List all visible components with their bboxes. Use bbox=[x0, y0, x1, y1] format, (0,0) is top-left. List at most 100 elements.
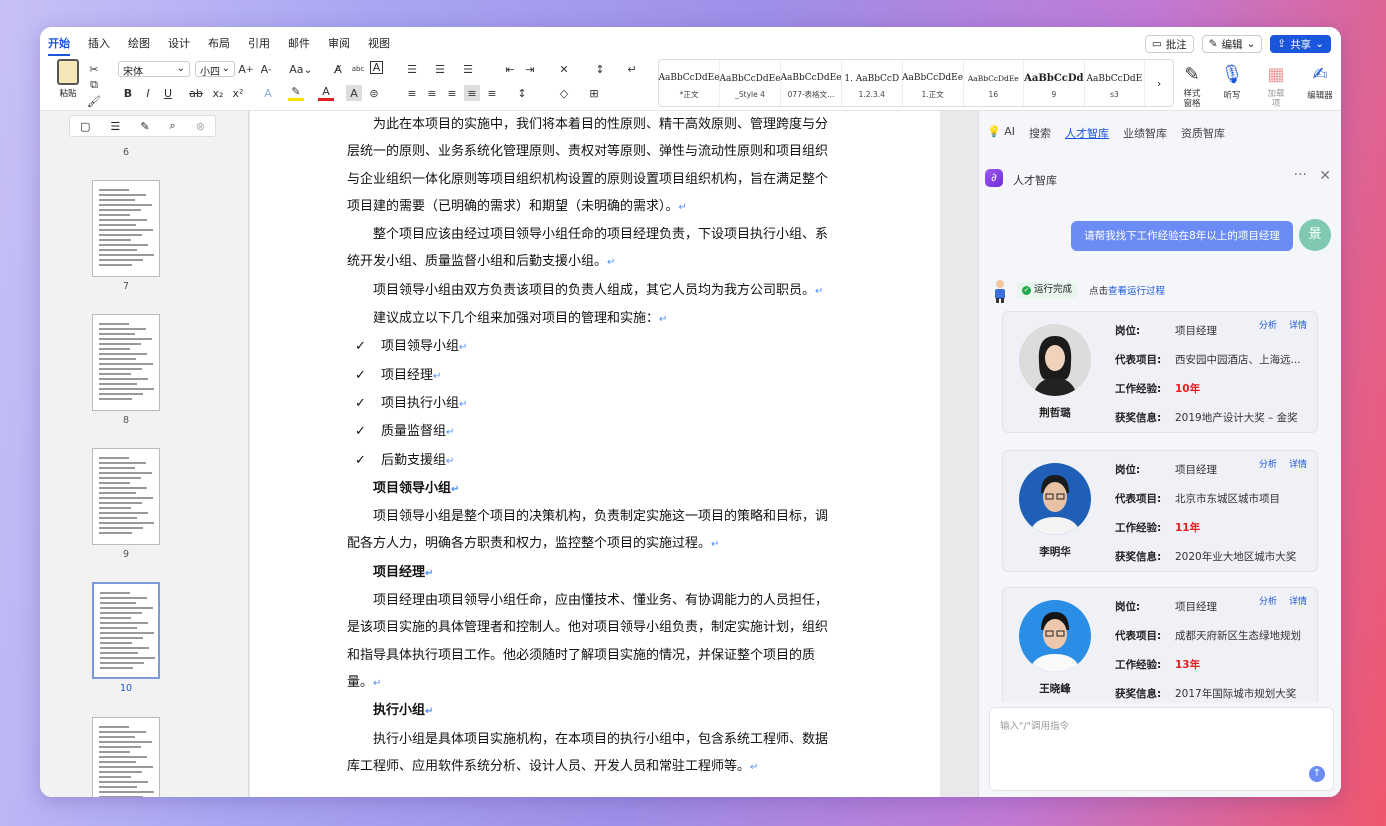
close-icon[interactable]: ✕ bbox=[1319, 168, 1331, 184]
tab-view[interactable]: 视图 bbox=[368, 35, 390, 51]
thumbnail-line bbox=[99, 199, 135, 201]
document-page[interactable]: 为此在本项目的实施中，我们将本着目的性原则、精干高效原则、管理跨度与分层统一的原… bbox=[250, 111, 940, 797]
run-process-link[interactable]: 查看运行过程 bbox=[1108, 286, 1165, 297]
enclose-char-icon[interactable]: ⊜ bbox=[366, 85, 382, 101]
phonetic-guide-icon[interactable]: abc bbox=[350, 61, 366, 77]
candidate-card[interactable]: 李明华 分析 详情 岗位: 项目经理 代表项目: 北京市东城区城市项目 工作经验: 11… bbox=[1002, 450, 1318, 572]
style-item[interactable]: AaBbCcDdEe 077-表格文... bbox=[780, 60, 842, 106]
editor-button[interactable]: ✍ 编辑器 bbox=[1302, 61, 1338, 102]
share-button[interactable]: ⇪ 共享 ⌄ bbox=[1270, 35, 1331, 53]
char-shading-icon[interactable]: A bbox=[346, 85, 362, 101]
italic-icon[interactable]: I bbox=[140, 85, 156, 101]
copy-icon[interactable]: ⧉ bbox=[86, 77, 102, 93]
pages-icon[interactable]: ▢ bbox=[80, 120, 90, 133]
details-link[interactable]: 详情 bbox=[1289, 318, 1307, 331]
subscript-icon[interactable]: x₂ bbox=[210, 85, 226, 101]
tab-review[interactable]: 审阅 bbox=[328, 35, 350, 51]
sort-icon[interactable]: ↕ bbox=[592, 61, 608, 77]
clear-format-icon[interactable]: A̸ bbox=[330, 61, 346, 77]
page-thumbnail[interactable] bbox=[92, 448, 160, 545]
tab-home[interactable]: 开始 bbox=[48, 35, 70, 56]
increase-indent-icon[interactable]: ⇥ bbox=[522, 61, 538, 77]
styles-expand-icon[interactable]: › bbox=[1145, 60, 1173, 106]
styles-pane-button[interactable]: ✎ 样式 窗格 bbox=[1174, 61, 1210, 110]
tab-ai[interactable]: 💡 AI bbox=[987, 125, 1015, 141]
tab-layout[interactable]: 布局 bbox=[208, 35, 230, 51]
more-icon[interactable]: ··· bbox=[1294, 167, 1307, 183]
style-item[interactable]: AaBbCcDdEe 16 bbox=[964, 60, 1025, 106]
page-thumbnail-selected[interactable] bbox=[92, 582, 160, 679]
bullets-icon[interactable]: ☰ bbox=[404, 61, 420, 77]
page-thumbnail[interactable] bbox=[92, 314, 160, 411]
addins-button[interactable]: ▦ 加载 项 bbox=[1258, 61, 1294, 110]
style-item[interactable]: AaBbCcDdE s3 bbox=[1085, 60, 1146, 106]
cut-icon[interactable]: ✂ bbox=[86, 61, 102, 77]
prompt-input[interactable]: 输入"/"调用指令 ↑ bbox=[989, 707, 1334, 791]
bold-icon[interactable]: B bbox=[120, 85, 136, 101]
comment-button[interactable]: ▭ 批注 bbox=[1144, 35, 1194, 53]
tab-references[interactable]: 引用 bbox=[248, 35, 270, 51]
search-icon[interactable]: ⌕ bbox=[170, 119, 176, 133]
tab-design[interactable]: 设计 bbox=[168, 35, 190, 51]
font-name-select[interactable]: 宋体 ⌄ bbox=[118, 61, 190, 78]
tab-draw[interactable]: 绘图 bbox=[128, 35, 150, 51]
page-thumbnail[interactable] bbox=[92, 180, 160, 277]
change-case-icon[interactable]: Aa⌄ bbox=[288, 61, 314, 77]
page-thumbnail[interactable] bbox=[92, 717, 160, 797]
dictate-button[interactable]: 🎙 听写 bbox=[1214, 61, 1250, 102]
numbering-icon[interactable]: ☰ bbox=[432, 61, 448, 77]
superscript-icon[interactable]: x² bbox=[230, 85, 246, 101]
style-item[interactable]: AaBbCcDdEe *正文 bbox=[658, 60, 720, 106]
close-icon[interactable]: ⊗ bbox=[196, 120, 205, 133]
style-item[interactable]: AaBbCcDd 9 bbox=[1024, 60, 1085, 106]
style-item[interactable]: AaBbCcDdEe _Style 4 bbox=[719, 60, 781, 106]
font-name-value: 宋体 bbox=[123, 67, 143, 78]
align-left-icon[interactable]: ≡ bbox=[404, 85, 420, 101]
underline-icon[interactable]: U bbox=[160, 85, 176, 101]
justify-icon[interactable]: ≡ bbox=[464, 85, 480, 101]
show-marks-icon[interactable]: ↵ bbox=[624, 61, 640, 77]
shrink-font-icon[interactable]: A- bbox=[258, 61, 274, 77]
tab-search[interactable]: 搜索 bbox=[1029, 125, 1051, 141]
grow-font-icon[interactable]: A + bbox=[238, 61, 254, 77]
analyze-link[interactable]: 分析 bbox=[1259, 457, 1277, 470]
align-center-icon[interactable]: ≡ bbox=[424, 85, 440, 101]
details-link[interactable]: 详情 bbox=[1289, 594, 1307, 607]
candidate-card[interactable]: 王晓峰 分析 详情 岗位: 项目经理 代表项目: 成都天府新区生态绿地规划 工作经验:… bbox=[1002, 587, 1318, 703]
tab-qualification[interactable]: 资质智库 bbox=[1181, 125, 1225, 141]
panel-header: ∂ 人才智库 ··· ✕ bbox=[979, 157, 1341, 197]
borders-icon[interactable]: ⊞ bbox=[586, 85, 602, 101]
distribute-icon[interactable]: ≡ bbox=[484, 85, 500, 101]
edit-icon[interactable]: ✎ bbox=[140, 120, 149, 133]
document-body[interactable]: 为此在本项目的实施中，我们将本着目的性原则、精干高效原则、管理跨度与分层统一的原… bbox=[347, 111, 840, 781]
font-size-select[interactable]: 小四 ⌄ bbox=[195, 61, 235, 78]
outline-icon[interactable]: ☰ bbox=[110, 120, 120, 133]
char-border-icon[interactable]: A bbox=[370, 61, 383, 74]
send-arrow-icon[interactable]: ↑ bbox=[1309, 766, 1325, 782]
line-spacing-icon[interactable]: ↕ bbox=[514, 85, 530, 101]
candidate-card[interactable]: 荆哲璐 分析 详情 岗位: 项目经理 代表项目: 西安园中园酒店、上海远... 工作经… bbox=[1002, 311, 1318, 433]
paste-button[interactable]: 粘贴 bbox=[50, 59, 86, 99]
details-link[interactable]: 详情 bbox=[1289, 457, 1307, 470]
analyze-link[interactable]: 分析 bbox=[1259, 318, 1277, 331]
chinese-layout-icon[interactable]: ✕ bbox=[556, 61, 572, 77]
thumbnail-line bbox=[99, 457, 129, 459]
style-item[interactable]: AaBbCcDdEe 1.正文 bbox=[902, 60, 964, 106]
highlight-icon[interactable]: ✎ bbox=[288, 85, 304, 101]
tab-mailings[interactable]: 邮件 bbox=[288, 35, 310, 51]
tab-talent[interactable]: 人才智库 bbox=[1065, 125, 1109, 141]
strikethrough-icon[interactable]: ab bbox=[188, 85, 204, 101]
align-right-icon[interactable]: ≡ bbox=[444, 85, 460, 101]
font-color-icon[interactable]: A bbox=[318, 85, 334, 101]
edit-mode-button[interactable]: ✎ 编辑 ⌄ bbox=[1201, 35, 1263, 53]
tab-insert[interactable]: 插入 bbox=[88, 35, 110, 51]
thumbnail-line bbox=[99, 264, 132, 266]
analyze-link[interactable]: 分析 bbox=[1259, 594, 1277, 607]
tab-performance[interactable]: 业绩智库 bbox=[1123, 125, 1167, 141]
shading-icon[interactable]: ◇ bbox=[556, 85, 572, 101]
multilevel-list-icon[interactable]: ☰ bbox=[460, 61, 476, 77]
text-effects-icon[interactable]: A bbox=[260, 85, 276, 101]
format-painter-icon[interactable]: 🖌 bbox=[86, 93, 102, 109]
style-item[interactable]: 1. AaBbCcD 1.2.3.4 bbox=[842, 60, 903, 106]
decrease-indent-icon[interactable]: ⇤ bbox=[502, 61, 518, 77]
